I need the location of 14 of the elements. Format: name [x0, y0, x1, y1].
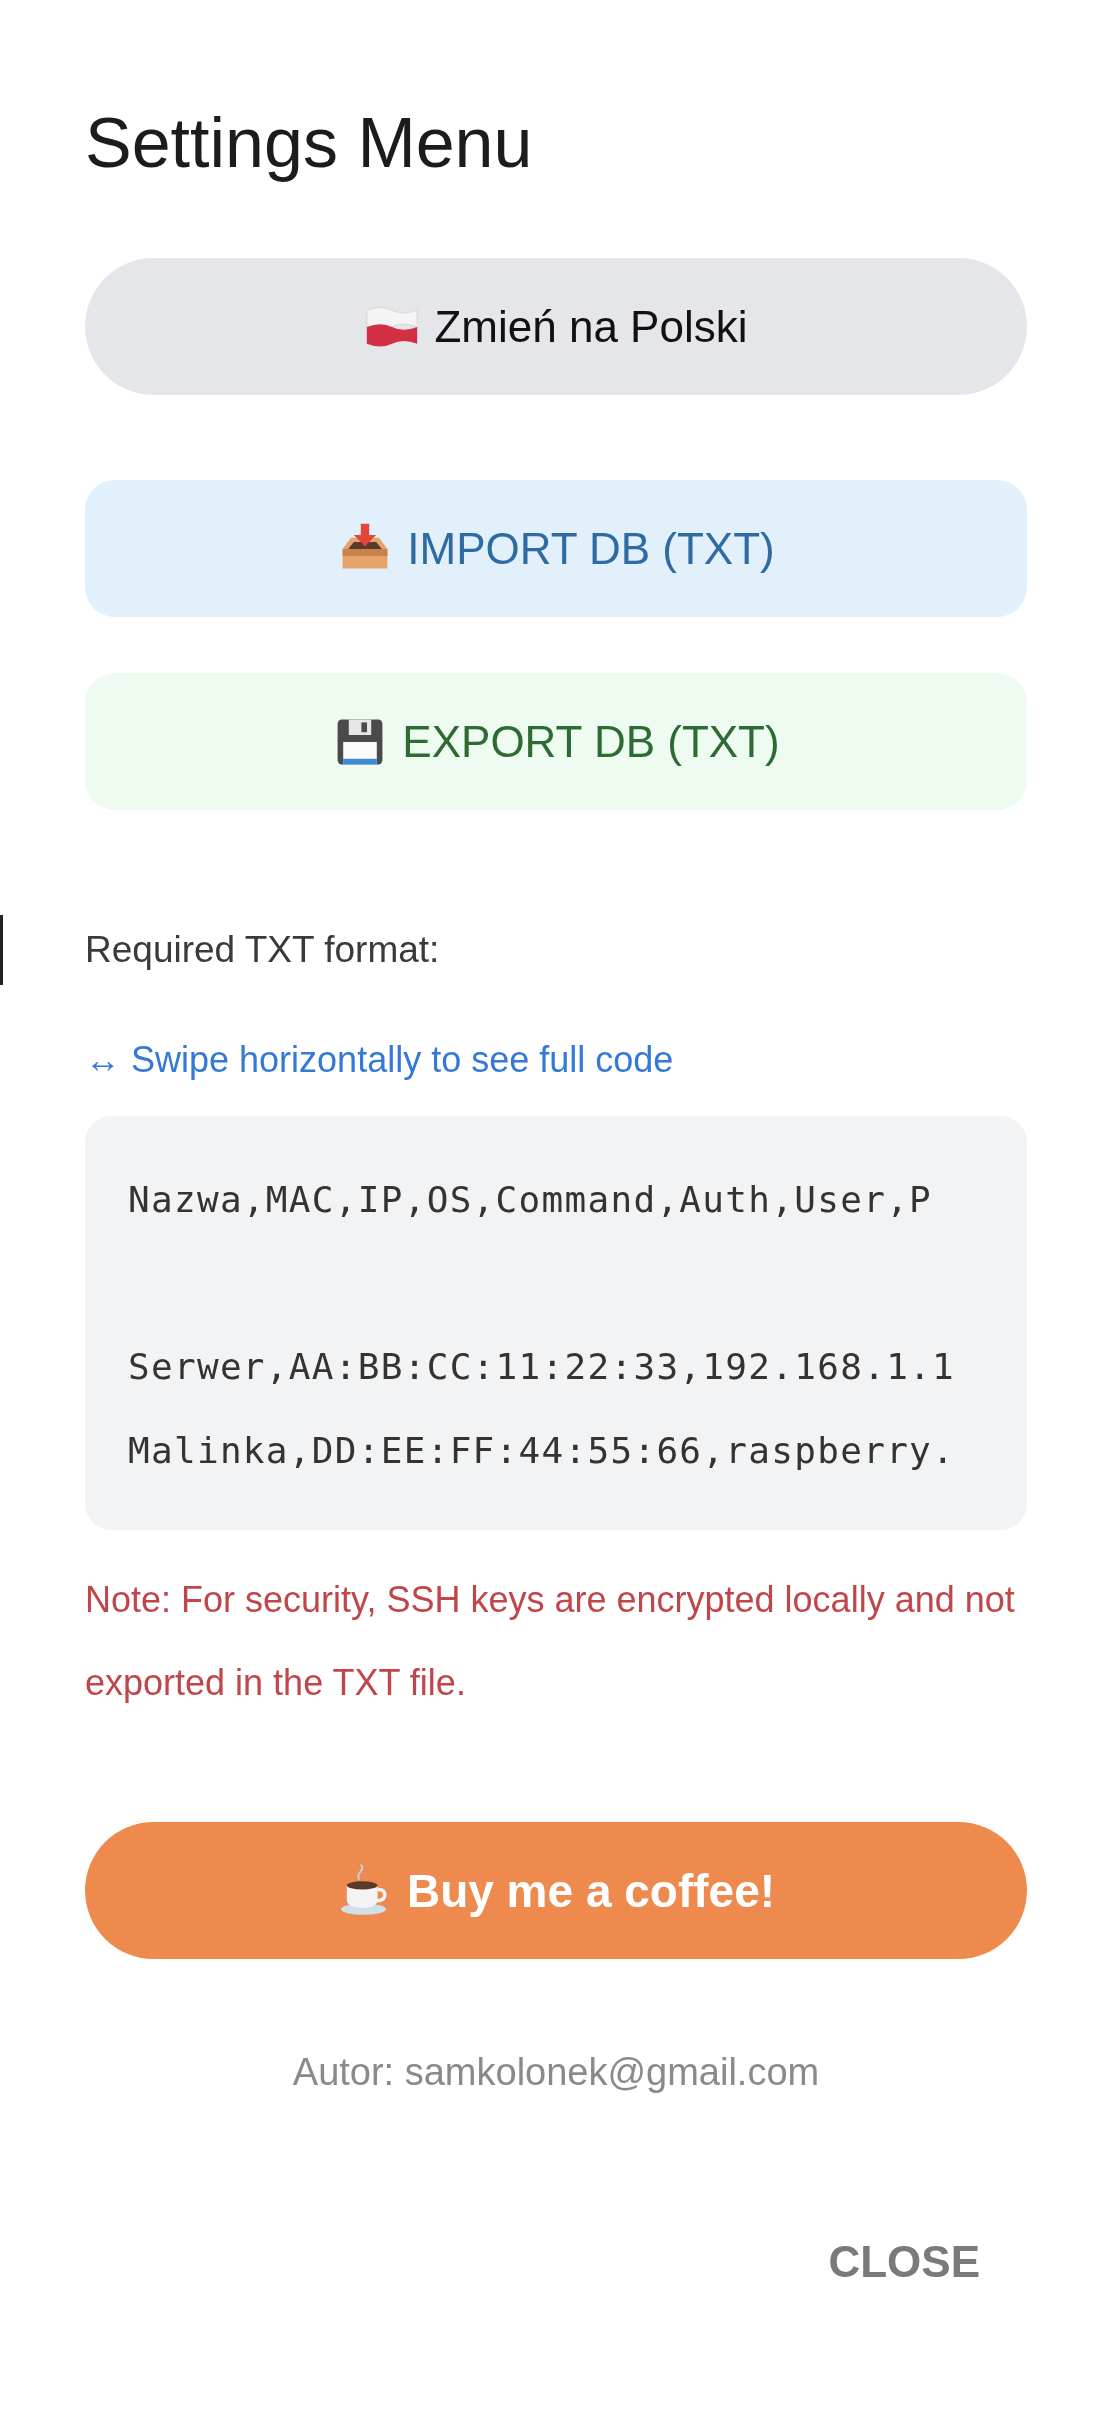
dialog-title: Settings Menu — [85, 103, 534, 184]
language-button[interactable]: Zmień na Polski — [85, 258, 1027, 395]
security-note: Note: For security, SSH keys are encrypted locally and not exported in the TXT file. — [85, 1578, 1016, 1705]
swipe-hint: ↔ Swipe horizontally to see full code — [85, 1038, 675, 1082]
edge-bar — [0, 915, 3, 985]
close-button[interactable]: CLOSE — [808, 2227, 1027, 2297]
import-button[interactable]: IMPORT DB (TXT) — [85, 480, 1027, 617]
code-line: Nazwa,MAC,IP,OS,Command,Auth,User,P — [128, 1178, 934, 1222]
export-button[interactable]: EXPORT DB (TXT) — [85, 673, 1027, 810]
author-text: Autor: samkolonek@gmail.com — [291, 2050, 821, 2095]
format-heading: Required TXT format: — [85, 928, 441, 972]
coffee-button[interactable]: Buy me a coffee! — [85, 1822, 1027, 1959]
code-line: Serwer,AA:BB:CC:11:22:33,192.168.1.1 — [128, 1345, 957, 1389]
code-line: Malinka,DD:EE:FF:44:55:66,raspberry. — [128, 1429, 957, 1473]
